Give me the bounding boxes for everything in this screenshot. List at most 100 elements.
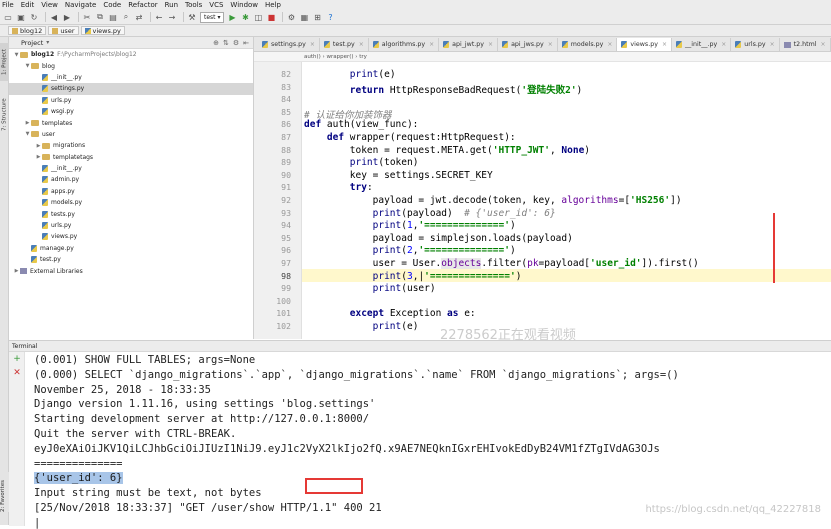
menu-navigate[interactable]: Navigate xyxy=(65,1,96,9)
hide-icon[interactable]: ⇤ xyxy=(243,39,249,47)
paste-icon[interactable]: ▤ xyxy=(108,12,118,22)
close-tab-icon[interactable]: × xyxy=(429,41,434,48)
structure-icon[interactable]: ⊞ xyxy=(312,12,322,22)
editor-tab[interactable]: models.py × xyxy=(558,38,618,51)
collapse-icon[interactable]: ⇅ xyxy=(223,39,229,47)
tree-item[interactable]: views.py xyxy=(9,231,253,242)
expand-arrow-icon[interactable]: ▶ xyxy=(35,154,42,160)
cut-icon[interactable]: ✂ xyxy=(82,12,92,22)
menu-run[interactable]: Run xyxy=(165,1,178,9)
breadcrumb-project[interactable]: blog12 xyxy=(8,26,47,35)
close-tab-icon[interactable]: × xyxy=(662,41,667,48)
menu-tools[interactable]: Tools xyxy=(185,1,202,9)
editor-tab[interactable]: settings.py × xyxy=(258,38,320,51)
menu-edit[interactable]: Edit xyxy=(21,1,35,9)
close-tab-icon[interactable]: × xyxy=(548,41,553,48)
target-icon[interactable]: ⊕ xyxy=(213,39,219,47)
back-icon[interactable]: ◀ xyxy=(49,12,59,22)
menu-refactor[interactable]: Refactor xyxy=(128,1,157,9)
breadcrumb-folder[interactable]: user xyxy=(48,26,79,35)
sync-icon[interactable]: ↻ xyxy=(29,12,39,22)
run-icon[interactable]: ▶ xyxy=(227,12,237,22)
expand-arrow-icon[interactable]: ▶ xyxy=(24,120,31,126)
menu-window[interactable]: Window xyxy=(230,1,258,9)
close-session-icon[interactable]: ✕ xyxy=(9,368,25,378)
copy-icon[interactable]: ⧉ xyxy=(95,12,105,22)
editor-tab[interactable]: t2.html × xyxy=(780,38,831,51)
menu-vcs[interactable]: VCS xyxy=(209,1,223,9)
expand-arrow-icon[interactable]: ▼ xyxy=(24,131,31,137)
close-tab-icon[interactable]: × xyxy=(607,41,612,48)
close-tab-icon[interactable]: × xyxy=(820,41,825,48)
editor-tab[interactable]: __init__.py × xyxy=(672,38,732,51)
close-tab-icon[interactable]: × xyxy=(721,41,726,48)
line-gutter: 82 83 84 85 86 87 88 89 90 91 92 93 94 95 96 97 98 99 100 1… xyxy=(254,62,302,339)
tree-item[interactable]: ▶ templatetags xyxy=(9,152,253,163)
close-tab-icon[interactable]: × xyxy=(770,41,775,48)
tool-tab-favorites[interactable]: 2: Favorites xyxy=(0,472,9,512)
menu-file[interactable]: File xyxy=(2,1,14,9)
sdk-icon[interactable]: ▦ xyxy=(299,12,309,22)
editor-tab[interactable]: urls.py × xyxy=(731,38,780,51)
toolbar: ▭ ▣ ↻ ◀ ▶ ✂ ⧉ ▤ ⌕ ⇄ ← → ⚒ test ▾ ▶ ✱ ◫ ■… xyxy=(0,10,831,25)
code-breadcrumb[interactable]: auth() › wrapper() › try xyxy=(254,52,831,62)
tree-item[interactable]: ▼ blog12 F:\PycharmProjects\blog12 xyxy=(9,49,253,60)
tree-item[interactable]: urls.py xyxy=(9,95,253,106)
menu-view[interactable]: View xyxy=(41,1,58,9)
expand-arrow-icon[interactable]: ▶ xyxy=(35,143,42,149)
help-icon[interactable]: ? xyxy=(325,12,335,22)
breadcrumb-file[interactable]: views.py xyxy=(80,26,125,35)
tree-item[interactable]: wsgi.py xyxy=(9,106,253,117)
close-tab-icon[interactable]: × xyxy=(310,41,315,48)
replace-icon[interactable]: ⇄ xyxy=(134,12,144,22)
run-config-select[interactable]: test ▾ xyxy=(200,11,225,23)
debug-icon[interactable]: ✱ xyxy=(240,12,250,22)
tree-item[interactable]: ▶ External Libraries xyxy=(9,265,253,276)
terminal-line: eyJ0eXAiOiJKV1QiLCJhbGciOiJIUzI1NiJ9.eyJ… xyxy=(34,443,660,455)
tool-tab-project[interactable]: 1: Project xyxy=(0,43,9,81)
settings-icon[interactable]: ⚙ xyxy=(286,12,296,22)
tree-item[interactable]: settings.py xyxy=(9,83,253,95)
project-panel-title[interactable]: Project xyxy=(21,39,43,47)
tree-item[interactable]: ▶ templates xyxy=(9,117,253,128)
tree-item[interactable]: ▼ blog xyxy=(9,60,253,71)
editor-tab[interactable]: api_jwt.py × xyxy=(439,38,499,51)
open-folder-icon[interactable]: ▭ xyxy=(3,12,13,22)
tree-item[interactable]: __init__.py xyxy=(9,163,253,174)
expand-arrow-icon[interactable]: ▶ xyxy=(13,268,20,274)
close-tab-icon[interactable]: × xyxy=(488,41,493,48)
menu-code[interactable]: Code xyxy=(103,1,121,9)
new-session-icon[interactable]: + xyxy=(9,354,25,364)
forward-icon[interactable]: ▶ xyxy=(62,12,72,22)
expand-arrow-icon[interactable]: ▼ xyxy=(13,52,20,58)
menu-help[interactable]: Help xyxy=(265,1,281,9)
tree-item[interactable]: manage.py xyxy=(9,243,253,254)
gear-icon[interactable]: ⚙ xyxy=(233,39,239,47)
find-icon[interactable]: ⌕ xyxy=(121,12,131,22)
tree-item[interactable]: urls.py xyxy=(9,220,253,231)
tree-item[interactable]: ▼ user xyxy=(9,129,253,140)
tree-item[interactable]: test.py xyxy=(9,254,253,265)
save-icon[interactable]: ▣ xyxy=(16,12,26,22)
stop-icon[interactable]: ■ xyxy=(266,12,276,22)
tree-item[interactable]: __init__.py xyxy=(9,72,253,83)
tree-item[interactable]: apps.py xyxy=(9,186,253,197)
editor-tab[interactable]: test.py × xyxy=(320,38,369,51)
coverage-icon[interactable]: ◫ xyxy=(253,12,263,22)
editor-tab[interactable]: algorithms.py × xyxy=(369,38,440,51)
tool-tab-structure[interactable]: 7: Structure xyxy=(0,93,9,137)
terminal-header[interactable]: Terminal xyxy=(9,341,831,352)
terminal-line-text: (0.000) SELECT `django_migrations`.`app`… xyxy=(34,368,679,381)
forward-nav-icon[interactable]: → xyxy=(167,12,177,22)
build-icon[interactable]: ⚒ xyxy=(187,12,197,22)
expand-arrow-icon[interactable]: ▼ xyxy=(24,63,31,69)
tree-item[interactable]: tests.py xyxy=(9,208,253,219)
tree-item[interactable]: ▶ migrations xyxy=(9,140,253,151)
close-tab-icon[interactable]: × xyxy=(359,41,364,48)
tree-item[interactable]: models.py xyxy=(9,197,253,208)
back-nav-icon[interactable]: ← xyxy=(154,12,164,22)
line-number: 89 xyxy=(281,157,291,168)
tree-item[interactable]: admin.py xyxy=(9,174,253,185)
editor-tab[interactable]: views.py × xyxy=(617,38,672,51)
editor-tab[interactable]: api_jws.py × xyxy=(498,38,558,51)
